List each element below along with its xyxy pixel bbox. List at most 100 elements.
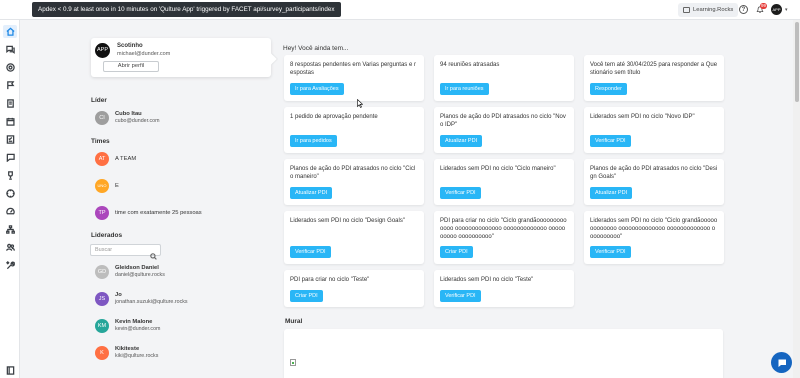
avatar: TP [95, 206, 109, 220]
person-name: Kevin Malone [115, 319, 153, 325]
person-name: Gleidson Daniel [115, 265, 159, 271]
pending-card: 94 reuniões atrasadas Ir para reuniões [434, 55, 574, 101]
person-email: daniel@qulture.rocks [115, 272, 165, 278]
list-item[interactable]: GD Gleidson Daniel daniel@qulture.rocks [95, 265, 165, 279]
pending-card: PDI para criar no ciclo "Teste" Criar PD… [284, 270, 424, 307]
team-item[interactable]: AT A TEAM [95, 152, 136, 166]
update-pdi-button[interactable]: Atualizar PDI [590, 187, 633, 199]
people-icon[interactable] [5, 242, 15, 252]
search-placeholder: Buscar [95, 247, 113, 253]
sidebar [0, 20, 20, 378]
verify-pdi-button[interactable]: Verificar PDI [290, 246, 331, 258]
profile-email: michael@dunder.com [117, 51, 171, 57]
go-to-reviews-button[interactable]: Ir para Avaliações [290, 83, 344, 95]
user-avatar[interactable]: APP [771, 4, 782, 15]
pending-card: Liderados sem PDI no ciclo "Teste" Verif… [434, 270, 574, 307]
message-icon[interactable] [5, 152, 15, 162]
avatar: GD [95, 265, 109, 279]
chevron-down-icon[interactable]: ▾ [785, 7, 788, 13]
trophy-icon[interactable] [5, 170, 15, 180]
pending-card: Você tem até 30/04/2025 para responder a… [584, 55, 724, 101]
document-icon[interactable] [5, 98, 15, 108]
card-text: Liderados sem PDI no ciclo "Teste" [440, 277, 534, 283]
card-text: Planos de ação do PDI atrasados no ciclo… [440, 114, 566, 128]
chat-icon[interactable] [5, 44, 15, 54]
verify-pdi-button[interactable]: Verificar PDI [440, 290, 481, 302]
workspace-switcher[interactable]: Learning.Rocks [678, 3, 739, 17]
calendar-icon[interactable] [5, 116, 15, 126]
book-icon[interactable] [5, 365, 15, 375]
avatar: KM [95, 319, 109, 333]
verify-pdi-button[interactable]: Verificar PDI [590, 246, 631, 258]
card-text: Liderados sem PDI no ciclo "Ciclo grandã… [590, 218, 718, 240]
teams-heading: Times [91, 138, 110, 145]
pending-card: 8 respostas pendentes em Varias pergunta… [284, 55, 424, 101]
go-to-meetings-button[interactable]: Ir para reuniões [440, 83, 489, 95]
pending-card: Liderados sem PDI no ciclo "Novo IDP" Ve… [584, 107, 724, 153]
person-email: jonathan.suzuki@qulture.rocks [115, 299, 188, 305]
pending-card: Liderados sem PDI no ciclo "Ciclo maneir… [434, 159, 574, 205]
list-item[interactable]: K Kikiteste kiki@qulture.rocks [95, 346, 158, 360]
search-icon[interactable] [150, 247, 157, 260]
pending-card: Liderados sem PDI no ciclo "Ciclo grandã… [584, 211, 724, 264]
person-email: kevin@dunder.com [115, 326, 161, 332]
notification-count-badge: 99 [760, 3, 768, 9]
flag-icon[interactable] [5, 80, 15, 90]
mural-heading: Mural [285, 318, 303, 325]
card-text: Você tem até 30/04/2025 para responder a… [590, 62, 718, 76]
team-name: A TEAM [115, 156, 137, 162]
led-search-input[interactable]: Buscar [90, 244, 161, 260]
go-to-requests-button[interactable]: Ir para pedidos [290, 135, 337, 147]
org-chart-icon[interactable] [5, 224, 15, 234]
card-text: Planos de ação do PDI atrasados no ciclo… [290, 166, 416, 180]
leader-item[interactable]: CI Cubo Itau cubo@dunder.com [95, 111, 160, 125]
checklist-icon[interactable] [5, 134, 15, 144]
avatar: K [95, 346, 109, 360]
team-item[interactable]: UNO E [95, 179, 119, 193]
update-pdi-button[interactable]: Atualizar PDI [440, 135, 483, 147]
person-name: Kikiteste [115, 346, 140, 352]
card-text: Liderados sem PDI no ciclo "Ciclo maneir… [440, 166, 556, 172]
help-icon[interactable]: ? [739, 5, 748, 14]
workspace-logo-icon [683, 7, 690, 13]
home-icon[interactable] [3, 25, 17, 38]
avatar: UNO [95, 179, 109, 193]
pending-heading: Hey! Você ainda tem... [283, 45, 349, 52]
verify-pdi-button[interactable]: Verificar PDI [590, 135, 631, 147]
chat-bubble-icon[interactable] [771, 352, 792, 373]
list-item[interactable]: KM Kevin Malone kevin@dunder.com [95, 319, 160, 333]
list-item[interactable]: JS Jo jonathan.suzuki@qulture.rocks [95, 292, 188, 306]
pending-card: Liderados sem PDI no ciclo "Design Goals… [284, 211, 424, 264]
compass-icon[interactable] [5, 188, 15, 198]
team-item[interactable]: TP time com exatamente 25 pessoas [95, 206, 202, 220]
pending-card: 1 pedido de aprovação pendente Ir para p… [284, 107, 424, 153]
create-pdi-button[interactable]: Criar PDI [440, 246, 473, 258]
card-text: 94 reuniões atrasadas [440, 62, 500, 68]
avatar: AT [95, 152, 109, 166]
pending-card: Planos de ação do PDI atrasados no ciclo… [284, 159, 424, 205]
pending-card: Planos de ação do PDI atrasados no ciclo… [584, 159, 724, 205]
tools-icon[interactable] [5, 260, 15, 270]
broken-image-icon [290, 359, 296, 366]
card-text: Liderados sem PDI no ciclo "Novo IDP" [590, 114, 695, 120]
team-name: time com exatamente 25 pessoas [115, 210, 202, 216]
respond-button[interactable]: Responder [590, 83, 627, 95]
open-profile-button[interactable]: Abrir perfil [103, 61, 159, 72]
avatar: JS [95, 292, 109, 306]
avatar: CI [95, 111, 109, 125]
update-pdi-button[interactable]: Atualizar PDI [290, 187, 333, 199]
verify-pdi-button[interactable]: Verificar PDI [440, 187, 481, 199]
profile-avatar: APP [95, 43, 110, 58]
create-pdi-button[interactable]: Criar PDI [290, 290, 323, 302]
gauge-icon[interactable] [5, 206, 15, 216]
leader-name: Cubo Itau [115, 111, 142, 117]
leader-heading: Líder [91, 97, 107, 104]
target-icon[interactable] [5, 62, 15, 72]
mouse-cursor-icon [357, 99, 363, 108]
card-text: Liderados sem PDI no ciclo "Design Goals… [290, 218, 405, 224]
apdex-alert[interactable]: Apdex < 0.9 at least once in 10 minutes … [32, 2, 341, 17]
top-bar: Apdex < 0.9 at least once in 10 minutes … [0, 0, 800, 20]
workspace-name: Learning.Rocks [693, 7, 734, 13]
mural-card [284, 329, 723, 378]
scrollbar-thumb[interactable] [795, 22, 799, 102]
